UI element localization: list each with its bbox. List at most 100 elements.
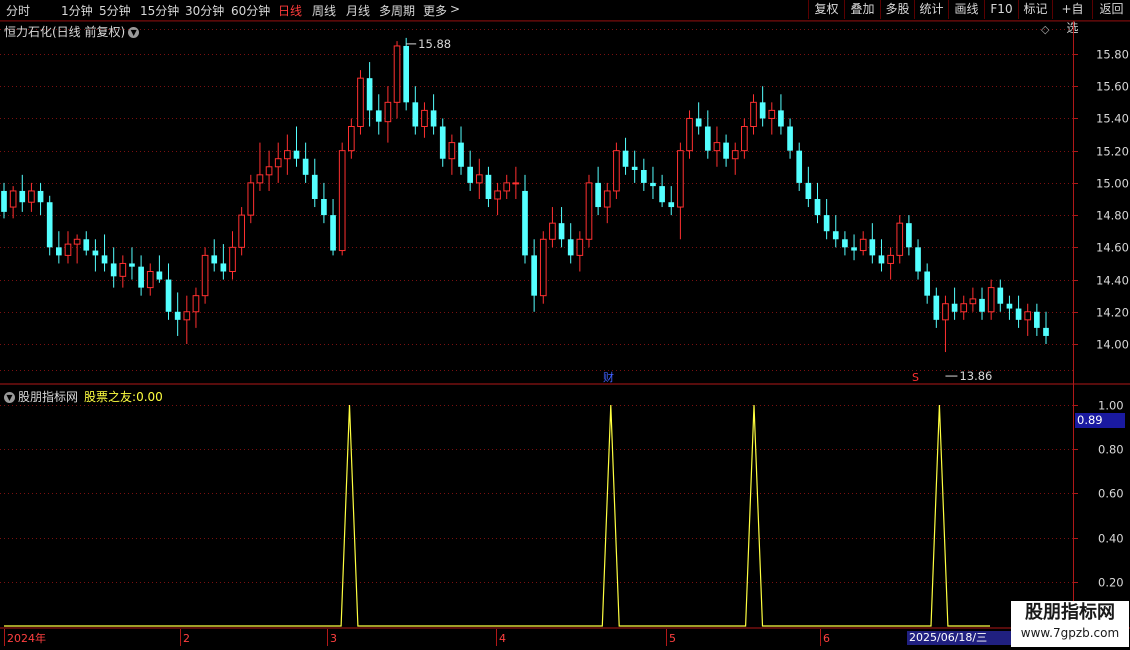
candle-body xyxy=(430,110,437,127)
chevron-down-icon[interactable]: ▼ xyxy=(4,392,15,403)
indicator-name[interactable]: 股朋指标网 xyxy=(18,390,78,404)
candle-body xyxy=(997,287,1004,304)
candle-body xyxy=(650,182,656,187)
price-tick-label: 15.20 xyxy=(1096,145,1129,159)
candle-body xyxy=(284,150,291,160)
chart-grid xyxy=(0,20,1130,646)
price-markers: 15.88 13.86 财 S xyxy=(406,37,992,384)
candle-body xyxy=(585,182,593,240)
candle-body xyxy=(969,298,977,305)
candle-body xyxy=(293,150,300,159)
candle-body xyxy=(9,190,17,208)
candle-body xyxy=(686,117,693,152)
watermark-logo: 股朋指标网 www.7gpzb.com xyxy=(1011,601,1129,647)
cursor-value-box: 0.89 xyxy=(1075,413,1125,428)
candle-body xyxy=(393,45,401,103)
candle-body xyxy=(906,223,912,248)
candle-body xyxy=(622,150,629,167)
price-tick-label: 15.60 xyxy=(1096,80,1129,94)
candle-body xyxy=(842,239,848,248)
date-tick-label: 3 xyxy=(330,632,337,645)
candle-body xyxy=(549,222,556,240)
diamond-icon[interactable]: ◇ xyxy=(1041,23,1053,36)
candle-body xyxy=(768,109,776,119)
price-tick-label: 15.40 xyxy=(1096,112,1129,126)
candle-body xyxy=(19,190,26,203)
candle-body xyxy=(229,246,236,272)
candle-body xyxy=(458,142,464,167)
candlestick-series xyxy=(1,37,1049,353)
stock-title: 恒力石化(日线 前复权) xyxy=(4,25,126,39)
high-marker-label: 15.88 xyxy=(418,37,451,51)
price-tick-label: 14.00 xyxy=(1096,338,1129,352)
price-tick-label: 14.80 xyxy=(1096,209,1129,223)
indicator-value: 0.00 xyxy=(136,390,163,404)
candle-body xyxy=(347,126,355,152)
candle-body xyxy=(494,190,501,200)
candle-body xyxy=(539,238,547,297)
candle-body xyxy=(731,150,739,160)
candle-body xyxy=(448,142,456,160)
candle-body xyxy=(56,247,62,256)
chevron-down-icon[interactable]: ▼ xyxy=(128,27,140,38)
candle-body xyxy=(1043,327,1049,336)
candle-body xyxy=(741,126,748,152)
candle-body xyxy=(247,182,255,216)
indicator-tick-label: 0.60 xyxy=(1098,487,1124,501)
candle-body xyxy=(924,271,931,296)
candle-body xyxy=(174,311,181,320)
candle-body xyxy=(330,215,336,251)
candle-body xyxy=(64,243,72,256)
candle-body xyxy=(896,222,904,256)
date-tick-label: 2024年 xyxy=(7,631,46,645)
candle-body xyxy=(915,247,921,272)
candle-body xyxy=(311,174,318,199)
candle-body xyxy=(101,255,108,264)
candle-body xyxy=(28,190,35,203)
candle-body xyxy=(338,150,346,252)
price-tick-label: 14.20 xyxy=(1096,306,1129,320)
candle-body xyxy=(576,238,584,256)
candle-body xyxy=(595,182,601,208)
low-marker-label: 13.86 xyxy=(959,369,992,383)
candle-body xyxy=(677,150,684,208)
candle-body xyxy=(192,295,200,313)
candle-body xyxy=(832,231,839,240)
candle-body xyxy=(183,311,191,321)
stock-title-bar: 恒力石化(日线 前复权) ▼ xyxy=(4,23,140,40)
candle-body xyxy=(942,303,949,321)
candle-body xyxy=(375,110,382,122)
candle-body xyxy=(274,158,282,168)
candle-body xyxy=(439,126,446,159)
indicator-tick-label: 1.00 xyxy=(1098,399,1124,413)
candle-body xyxy=(321,199,327,216)
candle-body xyxy=(238,214,245,248)
date-axis: 2024年 2 3 4 5 6 xyxy=(4,629,830,646)
candle-body xyxy=(695,118,702,127)
indicator-value-name: 股票之友: xyxy=(84,390,137,404)
candle-body xyxy=(384,101,392,123)
candle-body xyxy=(156,271,163,280)
price-tick-label: 15.00 xyxy=(1096,177,1129,191)
candle-body xyxy=(987,287,995,313)
candle-body xyxy=(412,102,419,127)
candle-body xyxy=(220,263,227,272)
date-tick-label: 6 xyxy=(823,632,830,645)
candle-body xyxy=(613,150,620,192)
candle-body xyxy=(723,142,729,159)
kline-chart[interactable]: 15.80 15.60 15.40 15.20 15.00 14.80 14.60 14.40… xyxy=(0,0,1130,650)
date-tick-label: 4 xyxy=(499,632,506,645)
signal-line xyxy=(4,404,990,627)
candle-body xyxy=(83,239,90,251)
candle-body xyxy=(146,271,154,289)
candle-body xyxy=(366,78,373,111)
date-tick-label: 2 xyxy=(183,632,190,645)
candle-body xyxy=(787,126,793,151)
event-s-marker: S xyxy=(912,371,919,384)
candle-body xyxy=(1015,308,1022,320)
candle-body xyxy=(37,190,44,203)
candle-body xyxy=(73,238,81,245)
candle-body xyxy=(1024,311,1032,321)
candle-body xyxy=(522,190,528,256)
candle-body xyxy=(1,190,7,212)
